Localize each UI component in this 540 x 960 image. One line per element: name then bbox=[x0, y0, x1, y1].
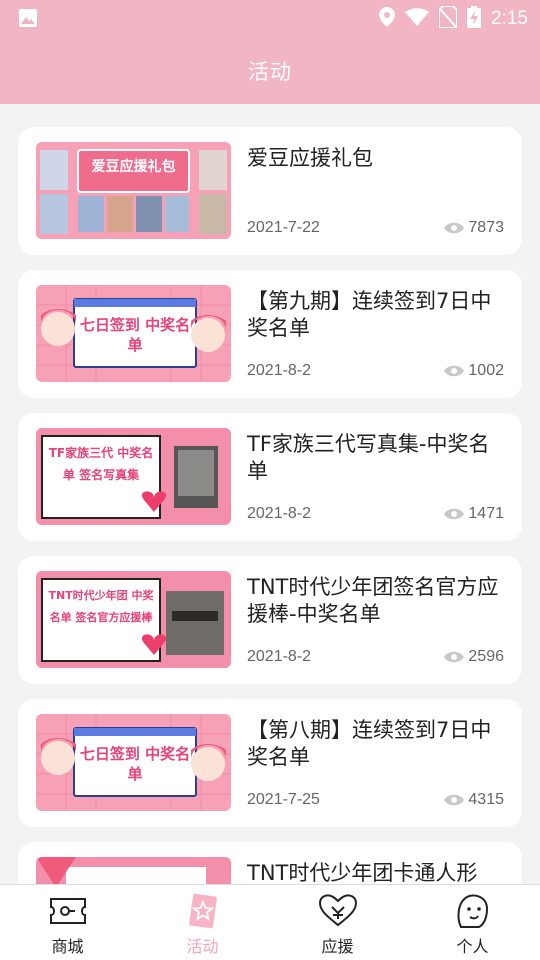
eye-icon bbox=[444, 508, 465, 520]
view-count: 7873 bbox=[444, 219, 504, 237]
view-count: 1471 bbox=[444, 505, 504, 523]
tab-label: 个人 bbox=[456, 937, 489, 956]
bottom-tab-bar: 商城 活动 应援 个人 bbox=[0, 884, 540, 960]
view-count-value: 4315 bbox=[468, 791, 504, 808]
activity-title: 【第九期】连续签到7日中奖名单 bbox=[247, 289, 492, 340]
activity-card[interactable]: TNT时代少年团卡通人形 bbox=[18, 842, 522, 884]
view-count: 1002 bbox=[444, 362, 504, 380]
activity-date: 2021-7-25 bbox=[247, 791, 320, 808]
activity-title: TNT时代少年团卡通人形 bbox=[247, 861, 478, 884]
activity-thumbnail: TF家族三代 中奖名单 签名写真集 bbox=[36, 428, 231, 525]
activity-card[interactable]: 七日签到 中奖名单 【第九期】连续签到7日中奖名单 2021-8-2 1002 bbox=[18, 270, 522, 398]
tab-label: 活动 bbox=[186, 937, 219, 956]
activity-card[interactable]: 七日签到 中奖名单 【第八期】连续签到7日中奖名单 2021-7-25 4315 bbox=[18, 699, 522, 827]
activity-card[interactable]: TF家族三代 中奖名单 签名写真集 TF家族三代写真集-中奖名单 2021-8-… bbox=[18, 413, 522, 541]
tab-mall[interactable]: 商城 bbox=[0, 885, 135, 960]
activity-thumbnail: 爱豆应援礼包 bbox=[36, 142, 231, 239]
eye-icon bbox=[444, 365, 465, 377]
tab-activity[interactable]: 活动 bbox=[135, 885, 270, 960]
thumbnail-caption: TF家族三代 中奖名单 签名写真集 bbox=[48, 446, 154, 482]
tab-profile[interactable]: 个人 bbox=[405, 885, 540, 960]
view-count-value: 1471 bbox=[468, 505, 504, 522]
image-notification-icon bbox=[18, 8, 38, 32]
status-bar: 2:15 bbox=[0, 0, 540, 36]
view-count: 2596 bbox=[444, 648, 504, 666]
page-title: 活动 bbox=[248, 60, 292, 84]
activity-card[interactable]: 爱豆应援礼包 爱豆应援礼包 2021-7-22 7873 bbox=[18, 127, 522, 255]
activity-card[interactable]: TNT时代少年团 中奖名单 签名官方应援棒 TNT时代少年团签名官方应援棒-中奖… bbox=[18, 556, 522, 684]
eye-icon bbox=[444, 794, 465, 806]
activity-date: 2021-7-22 bbox=[247, 219, 320, 236]
app-header: 2:15 活动 bbox=[0, 0, 540, 104]
face-icon bbox=[457, 894, 489, 928]
view-count: 4315 bbox=[444, 791, 504, 809]
ticket-icon bbox=[50, 898, 86, 924]
view-count-value: 2596 bbox=[468, 648, 504, 665]
thumbnail-caption: 七日签到 中奖名单 bbox=[79, 745, 191, 783]
tab-label: 应援 bbox=[321, 937, 354, 956]
view-count-value: 7873 bbox=[468, 219, 504, 236]
activity-thumbnail: 七日签到 中奖名单 bbox=[36, 714, 231, 811]
activity-title: TF家族三代写真集-中奖名单 bbox=[247, 432, 490, 483]
activity-thumbnail: 七日签到 中奖名单 bbox=[36, 285, 231, 382]
activity-thumbnail: TNT时代少年团 中奖名单 签名官方应援棒 bbox=[36, 571, 231, 668]
location-icon bbox=[379, 7, 396, 31]
tab-support[interactable]: 应援 bbox=[270, 885, 405, 960]
eye-icon bbox=[444, 651, 465, 663]
star-card-icon bbox=[189, 893, 217, 929]
activity-title: 爱豆应援礼包 bbox=[247, 146, 373, 170]
activity-thumbnail bbox=[36, 857, 231, 884]
thumbnail-caption: 爱豆应援礼包 bbox=[91, 159, 176, 175]
no-sim-icon bbox=[438, 5, 459, 32]
heart-icon bbox=[318, 894, 358, 927]
status-time: 2:15 bbox=[491, 8, 528, 29]
wifi-icon bbox=[405, 8, 430, 30]
tab-label: 商城 bbox=[51, 937, 84, 956]
thumbnail-caption: TNT时代少年团 中奖名单 签名官方应援棒 bbox=[48, 589, 154, 624]
activity-title: TNT时代少年团签名官方应援棒-中奖名单 bbox=[247, 575, 499, 626]
battery-charging-icon bbox=[467, 6, 482, 32]
view-count-value: 1002 bbox=[468, 362, 504, 379]
activity-title: 【第八期】连续签到7日中奖名单 bbox=[247, 718, 492, 769]
activity-date: 2021-8-2 bbox=[247, 648, 312, 665]
thumbnail-caption: 七日签到 中奖名单 bbox=[79, 316, 191, 354]
activity-list[interactable]: 爱豆应援礼包 爱豆应援礼包 2021-7-22 7873 七日签到 中奖名单 【… bbox=[0, 104, 540, 884]
activity-date: 2021-8-2 bbox=[247, 505, 312, 522]
activity-date: 2021-8-2 bbox=[247, 362, 312, 379]
eye-icon bbox=[444, 222, 465, 234]
